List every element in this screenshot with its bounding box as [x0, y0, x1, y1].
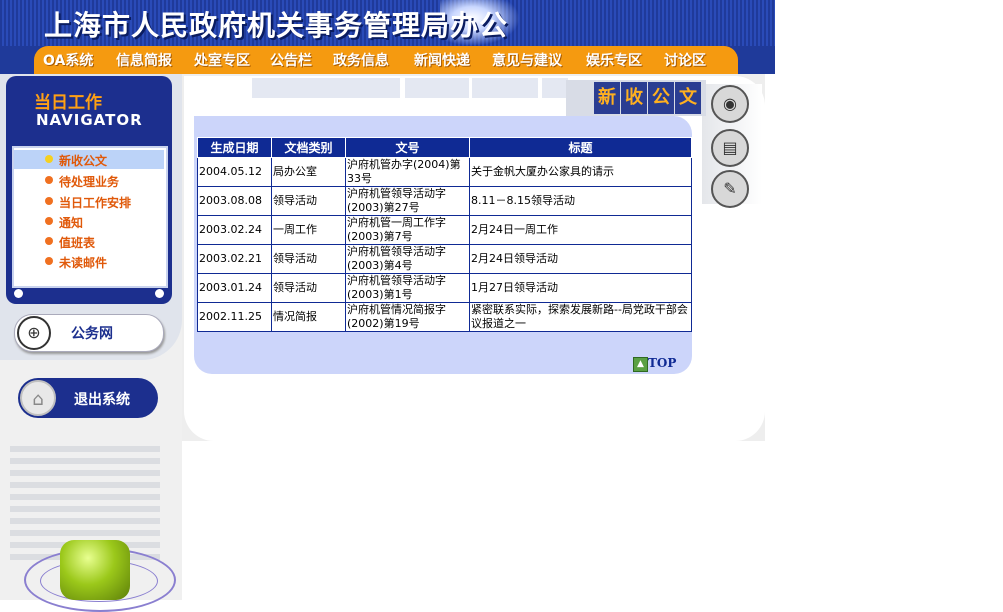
green-button-decoration: [60, 540, 130, 600]
top-label: TOP: [648, 356, 677, 370]
title-cell[interactable]: 1月27日领导活动: [469, 273, 692, 303]
sidebar-item-notices[interactable]: 通知: [14, 212, 164, 231]
up-arrow-icon: ▲: [633, 357, 648, 372]
nav-gov-info[interactable]: 政务信息: [333, 50, 389, 70]
table-row[interactable]: 2003.02.21 领导活动 沪府机管领导活动字(2003)第4号 2月24日…: [197, 244, 692, 274]
sidebar-item-label: 当日工作安排: [59, 196, 132, 210]
section-title-char: 收: [621, 82, 647, 114]
category-cell: 领导活动: [271, 244, 346, 274]
column-header: 文号: [345, 137, 470, 158]
exit-label: 退出系统: [74, 392, 130, 408]
network-icon: ⊕: [17, 316, 51, 350]
exit-button[interactable]: ⌂ 退出系统: [18, 378, 158, 418]
date-cell: 2003.02.21: [197, 244, 272, 274]
category-cell: 领导活动: [271, 273, 346, 303]
home-icon: ⌂: [20, 380, 56, 416]
date-cell: 2003.02.24: [197, 215, 272, 245]
category-cell: 情况简报: [271, 302, 346, 332]
disk-icon[interactable]: ◉: [711, 85, 749, 123]
tab-strip: [472, 78, 538, 98]
bullet-icon: [45, 257, 53, 265]
sidebar-item-label: 待处理业务: [59, 175, 120, 189]
sidebar-item-new-docs[interactable]: 新收公文: [14, 150, 164, 169]
sidebar-item-mail[interactable]: 未读邮件: [14, 252, 164, 271]
title-cell[interactable]: 8.11－8.15领导活动: [469, 186, 692, 216]
sidebar-item-label: 值班表: [59, 236, 96, 250]
sidebar-item-label: 未读邮件: [59, 256, 108, 270]
table-row[interactable]: 2003.01.24 领导活动 沪府机管领导活动字(2003)第1号 1月27日…: [197, 273, 692, 303]
gwy-label: 公务网: [71, 326, 113, 342]
title-cell[interactable]: 2月24日领导活动: [469, 244, 692, 274]
category-cell: 一周工作: [271, 215, 346, 245]
nav-forum[interactable]: 讨论区: [664, 50, 706, 70]
sidebar-item-schedule[interactable]: 当日工作安排: [14, 192, 164, 211]
dot-icon: [14, 289, 23, 298]
date-cell: 2002.11.25: [197, 302, 272, 332]
sidebar-item-pending[interactable]: 待处理业务: [14, 171, 164, 190]
doc-number-cell: 沪府机管领导活动字(2003)第27号: [345, 186, 470, 216]
doc-number-cell: 沪府机管情况简报字(2002)第19号: [345, 302, 470, 332]
doc-number-cell: 沪府机管领导活动字(2003)第4号: [345, 244, 470, 274]
date-cell: 2003.08.08: [197, 186, 272, 216]
nav-bulletin[interactable]: 公告栏: [270, 50, 312, 70]
tab-strip: [405, 78, 469, 98]
gwy-button[interactable]: ⊕ 公务网: [14, 314, 164, 352]
sidebar-item-label: 通知: [59, 216, 84, 230]
doc-number-cell: 沪府机管办字(2004)第33号: [345, 157, 470, 187]
bullet-icon: [45, 237, 53, 245]
table-row[interactable]: 2004.05.12 局办公室 沪府机管办字(2004)第33号 关于金帆大厦办…: [197, 157, 692, 187]
bullet-icon: [45, 176, 53, 184]
category-cell: 领导活动: [271, 186, 346, 216]
nav-suggestions[interactable]: 意见与建议: [492, 50, 562, 70]
navigator-heading-en: NAVIGATOR: [36, 111, 143, 129]
doc-number-cell: 沪府机管一周工作字(2003)第7号: [345, 215, 470, 245]
pens-icon[interactable]: ✎: [711, 170, 749, 208]
column-header: 文档类别: [271, 137, 346, 158]
column-header: 生成日期: [197, 137, 272, 158]
title-cell[interactable]: 2月24日一周工作: [469, 215, 692, 245]
section-title-char: 公: [648, 82, 674, 114]
table-row[interactable]: 2003.02.24 一周工作 沪府机管一周工作字(2003)第7号 2月24日…: [197, 215, 692, 245]
table-header-row: 生成日期 文档类别 文号 标题: [197, 137, 692, 158]
date-cell: 2004.05.12: [197, 157, 272, 187]
documents-table: 生成日期 文档类别 文号 标题 2004.05.12 局办公室 沪府机管办字(2…: [197, 137, 692, 332]
title-cell[interactable]: 关于金帆大厦办公家具的请示: [469, 157, 692, 187]
nav-news[interactable]: 新闻快递: [414, 50, 470, 70]
sidebar-item-duty[interactable]: 值班表: [14, 232, 164, 251]
nav-departments[interactable]: 处室专区: [194, 50, 250, 70]
title-cell[interactable]: 紧密联系实际，探索发展新路--局党政干部会议报道之一: [469, 302, 692, 332]
page-title: 上海市人民政府机关事务管理局办公: [44, 9, 509, 42]
table-row[interactable]: 2002.11.25 情况简报 沪府机管情况简报字(2002)第19号 紧密联系…: [197, 302, 692, 332]
doc-number-cell: 沪府机管领导活动字(2003)第1号: [345, 273, 470, 303]
date-cell: 2003.01.24: [197, 273, 272, 303]
section-title-char: 文: [675, 82, 701, 114]
bullet-icon: [45, 155, 53, 163]
column-header: 标题: [469, 137, 692, 158]
section-title-char: 新: [594, 82, 620, 114]
table-row[interactable]: 2003.08.08 领导活动 沪府机管领导活动字(2003)第27号 8.11…: [197, 186, 692, 216]
nav-briefing[interactable]: 信息简报: [116, 50, 172, 70]
bullet-icon: [45, 217, 53, 225]
bullet-icon: [45, 197, 53, 205]
nav-entertainment[interactable]: 娱乐专区: [586, 50, 642, 70]
navigator-footer: [6, 284, 172, 304]
dot-icon: [155, 289, 164, 298]
nav-oa[interactable]: OA系统: [43, 50, 93, 70]
category-cell: 局办公室: [271, 157, 346, 187]
tab-strip: [542, 78, 568, 98]
sidebar-item-label: 新收公文: [59, 154, 108, 168]
tab-strip: [252, 78, 400, 98]
navigator-heading: 当日工作: [34, 93, 102, 113]
notebook-icon[interactable]: ▤: [711, 129, 749, 167]
